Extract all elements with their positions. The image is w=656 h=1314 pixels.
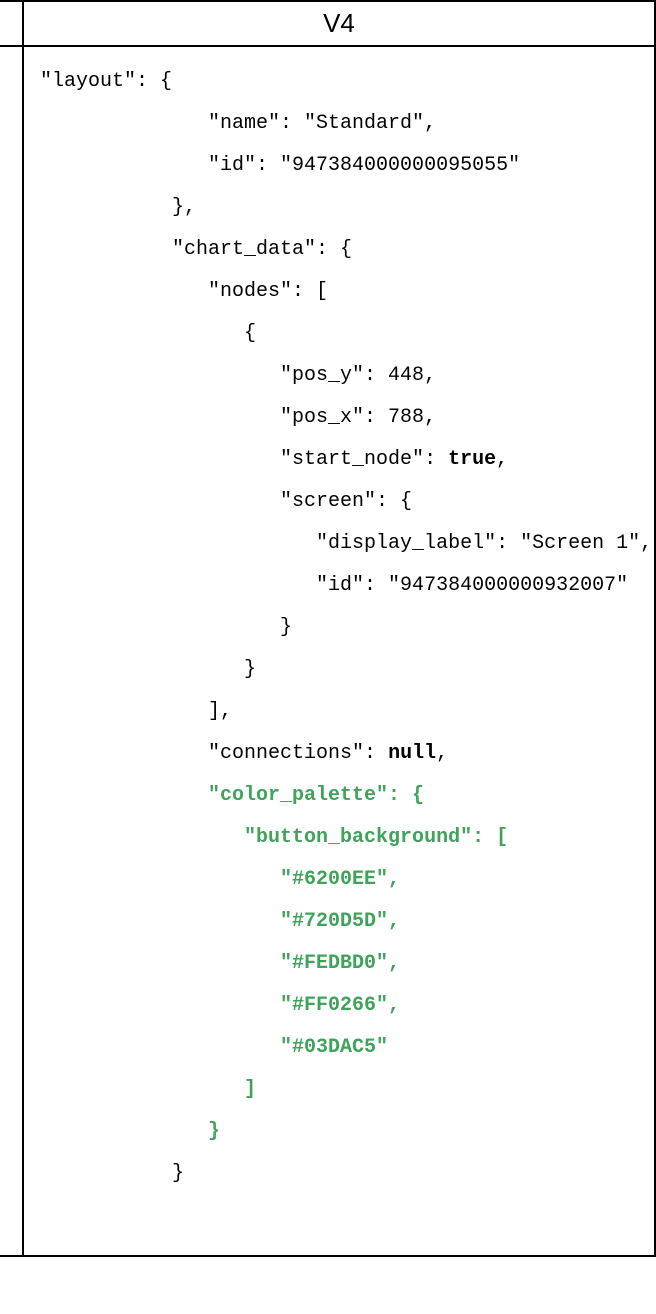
code-line: ,	[496, 448, 508, 471]
code-line: "pos_y": 448,	[40, 364, 436, 387]
code-line-highlighted: "#FEDBD0",	[40, 952, 400, 975]
code-line: {	[40, 322, 256, 345]
code-line-highlighted: }	[40, 1120, 220, 1143]
code-line: "name": "Standard",	[40, 112, 436, 135]
column-header: V4	[24, 2, 656, 45]
header-stub-cell	[0, 2, 24, 45]
code-line: "chart_data": {	[40, 238, 352, 261]
code-line: ],	[40, 700, 232, 723]
code-line: "layout": {	[40, 70, 172, 93]
code-line-highlighted: "#6200EE",	[40, 868, 400, 891]
code-line: "connections":	[40, 742, 388, 765]
code-line-highlighted: "#03DAC5"	[40, 1036, 388, 1059]
table-container: V4 "layout": { "name": "Standard", "id":…	[0, 0, 656, 1257]
code-cell: "layout": { "name": "Standard", "id": "9…	[24, 47, 656, 1255]
code-line: }	[40, 616, 292, 639]
code-line: ,	[436, 742, 448, 765]
code-line: }	[40, 1162, 184, 1185]
code-line: }	[40, 658, 256, 681]
code-line: "nodes": [	[40, 280, 328, 303]
header-row: V4	[0, 0, 656, 47]
code-line-highlighted: "#720D5D",	[40, 910, 400, 933]
code-line-highlighted: "button_background": [	[40, 826, 508, 849]
code-line: "pos_x": 788,	[40, 406, 436, 429]
code-line: "start_node":	[40, 448, 448, 471]
body-stub-cell	[0, 47, 24, 1255]
code-line: },	[40, 196, 196, 219]
code-line: "id": "947384000000932007"	[40, 574, 628, 597]
code-line: "display_label": "Screen 1",	[40, 532, 652, 555]
code-keyword-null: null	[388, 742, 436, 765]
code-line: "screen": {	[40, 490, 412, 513]
code-line-highlighted: ]	[40, 1078, 256, 1101]
code-line-highlighted: "#FF0266",	[40, 994, 400, 1017]
body-row: "layout": { "name": "Standard", "id": "9…	[0, 47, 656, 1257]
code-line-highlighted: "color_palette": {	[40, 784, 424, 807]
code-line: "id": "947384000000095055"	[40, 154, 520, 177]
code-keyword-true: true	[448, 448, 496, 471]
